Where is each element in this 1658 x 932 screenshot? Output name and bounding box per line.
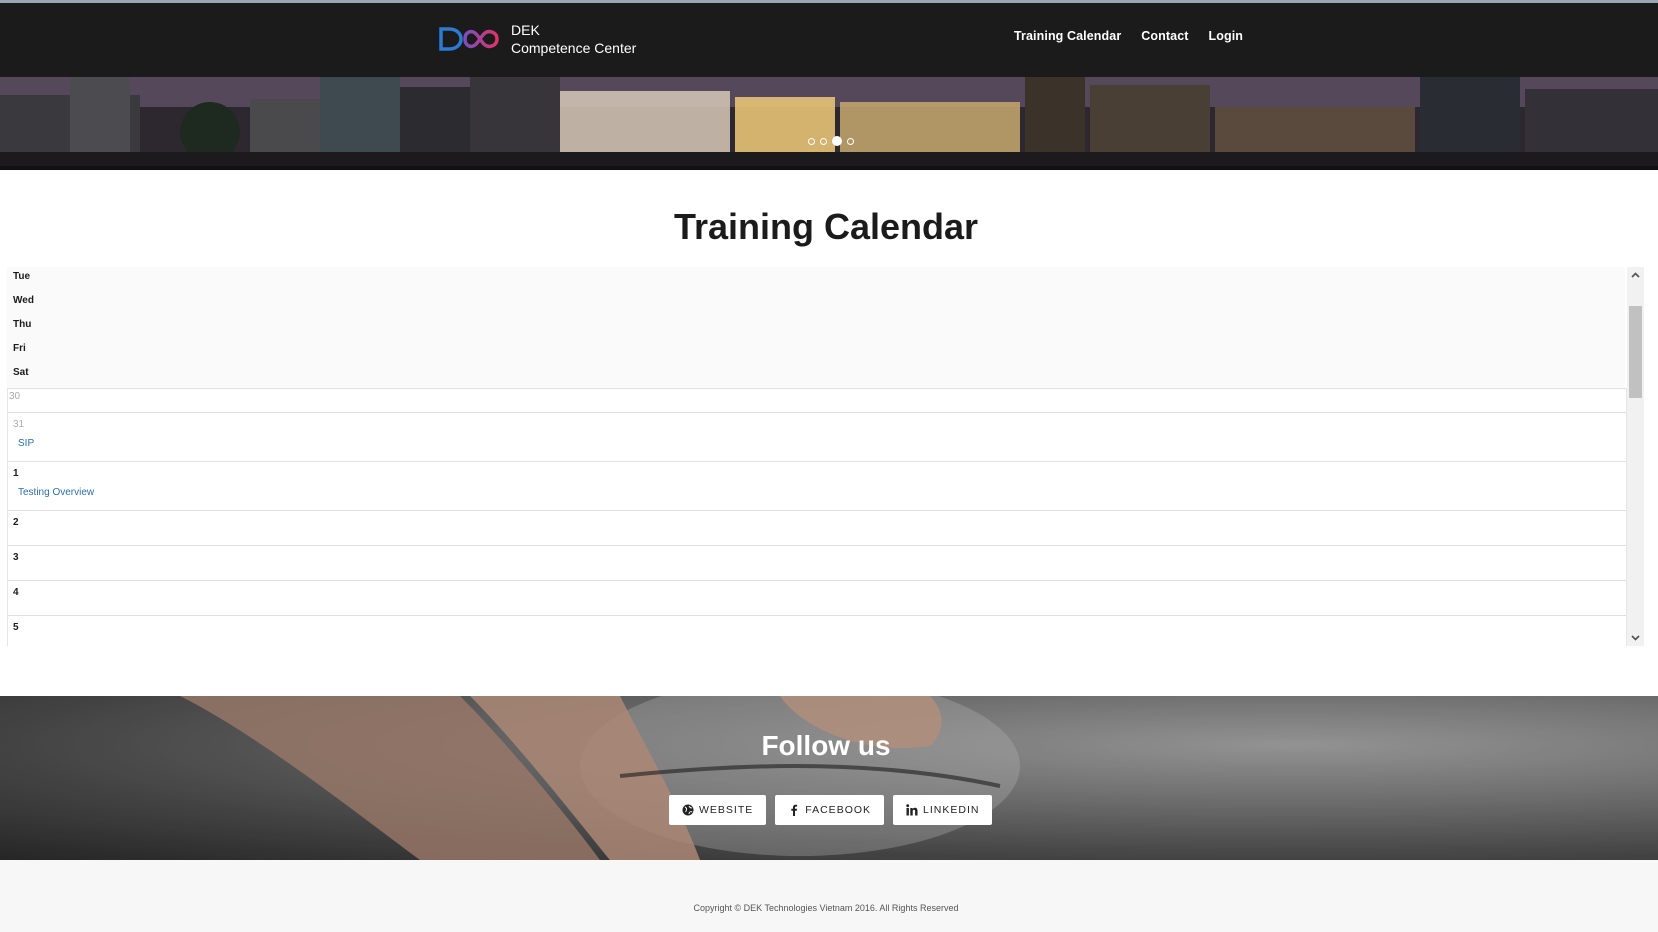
carousel-dot-active[interactable] (832, 136, 842, 146)
weekday-label: Fri (13, 343, 26, 354)
day-number: 1 (13, 468, 19, 479)
brand-name: DEK (511, 22, 540, 38)
carousel-indicators (808, 136, 854, 146)
weekday-label: Tue (13, 271, 31, 282)
scroll-down-arrow-icon[interactable] (1630, 632, 1641, 643)
scroll-up-arrow-icon[interactable] (1630, 270, 1641, 281)
brand-subtitle: Competence Center (511, 40, 637, 56)
weekday-label: Thu (13, 319, 32, 330)
day-cell[interactable]: 4 (8, 580, 1626, 615)
dek-logo-icon (439, 27, 499, 51)
copyright-text: Copyright © DEK Technologies Vietnam 201… (693, 903, 959, 913)
globe-icon (682, 804, 694, 816)
navbar: DEK Competence Center Training Calendar … (0, 3, 1658, 77)
day-list: 30 31 SIP 1 Testing Overview 2 3 4 5 (7, 388, 1627, 646)
day-number: 4 (13, 587, 19, 598)
day-number: 31 (13, 419, 25, 430)
day-cell[interactable]: 31 SIP (8, 412, 1626, 461)
day-number: 2 (13, 517, 19, 528)
carousel-dot[interactable] (808, 137, 815, 145)
main-content: Training Calendar Tue Wed Thu Fri Sat 30… (0, 170, 1658, 696)
carousel-dot[interactable] (847, 137, 854, 145)
calendar-scrollbar[interactable] (1627, 267, 1644, 646)
city-skyline-image (0, 77, 1658, 166)
day-cell[interactable]: 30 (8, 388, 1626, 412)
day-number: 5 (13, 622, 19, 633)
brand[interactable]: DEK Competence Center (437, 21, 636, 57)
follow-us-title: Follow us (761, 730, 891, 761)
nav-training-calendar[interactable]: Training Calendar (1014, 29, 1121, 43)
nav-login[interactable]: Login (1209, 29, 1244, 43)
weekday-label: Sat (13, 367, 29, 378)
facebook-button-label: FACEBOOK (805, 804, 872, 816)
follow-us-section: Follow us WEBSITE FACEBOOK LINKEDIN (0, 696, 1658, 860)
linkedin-button[interactable]: LINKEDIN (893, 795, 993, 825)
calendar-event-link[interactable]: Testing Overview (8, 479, 1626, 498)
training-calendar[interactable]: Tue Wed Thu Fri Sat 30 31 SIP 1 Testing … (7, 267, 1644, 646)
facebook-button[interactable]: FACEBOOK (775, 795, 885, 825)
linkedin-button-label: LINKEDIN (923, 804, 980, 816)
carousel-dot[interactable] (820, 137, 827, 145)
day-cell[interactable]: 1 Testing Overview (8, 461, 1626, 510)
hand-on-mouse-image (0, 696, 1658, 860)
brand-text: DEK Competence Center (511, 21, 636, 57)
day-cell[interactable]: 3 (8, 545, 1626, 580)
scroll-thumb[interactable] (1629, 306, 1642, 398)
website-button-label: WEBSITE (699, 804, 754, 816)
social-buttons: WEBSITE FACEBOOK LINKEDIN (669, 795, 993, 825)
day-cell[interactable]: 5 (8, 615, 1626, 646)
day-cell[interactable]: 2 (8, 510, 1626, 545)
facebook-icon (791, 804, 798, 816)
day-number: 3 (13, 552, 19, 563)
weekday-header-list: Tue Wed Thu Fri Sat (7, 267, 1625, 388)
website-button[interactable]: WEBSITE (669, 795, 767, 825)
weekday-label: Wed (13, 295, 34, 306)
calendar-event-link[interactable]: SIP (8, 430, 1626, 449)
main-nav: Training Calendar Contact Login (1014, 29, 1243, 43)
nav-contact[interactable]: Contact (1141, 29, 1188, 43)
page-title: Training Calendar (673, 206, 979, 247)
hero-banner (0, 77, 1658, 170)
day-number: 30 (9, 391, 21, 402)
footer: Copyright © DEK Technologies Vietnam 201… (0, 860, 1658, 932)
linkedin-icon (906, 804, 918, 816)
